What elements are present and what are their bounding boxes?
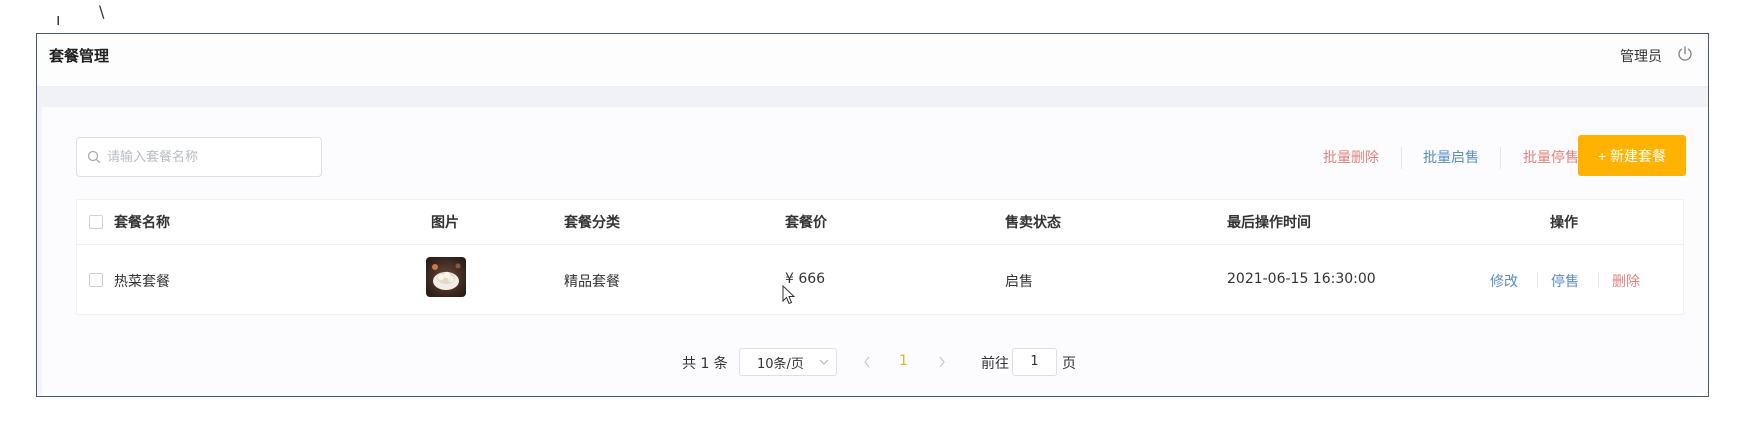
batch-enable-button[interactable]: 批量启售 <box>1423 147 1479 167</box>
batch-delete-button[interactable]: 批量删除 <box>1323 147 1379 167</box>
dish-image[interactable] <box>426 257 466 297</box>
content-card: 批量删除 批量启售 批量停售 + 新建套餐 套餐名称 图片 套餐分类 套餐价 售… <box>42 107 1708 396</box>
power-icon[interactable] <box>1676 45 1694 63</box>
current-page[interactable]: 1 <box>899 353 908 369</box>
col-name: 套餐名称 <box>114 215 170 231</box>
col-updated: 最后操作时间 <box>1227 215 1311 231</box>
action-divider <box>1537 272 1538 288</box>
toolbar-divider <box>1500 147 1501 169</box>
edit-button[interactable]: 修改 <box>1490 271 1518 291</box>
page-size-select[interactable]: 10条/页 <box>739 348 837 376</box>
goto-label: 前往 <box>981 356 1009 372</box>
delete-button[interactable]: 删除 <box>1612 271 1640 291</box>
mouse-cursor-icon <box>782 285 796 305</box>
toolbar-divider <box>1401 147 1402 169</box>
combo-table: 套餐名称 图片 套餐分类 套餐价 售卖状态 最后操作时间 操作 热菜套餐 精品套… <box>76 199 1684 315</box>
select-all-checkbox[interactable] <box>89 215 103 229</box>
chevron-down-icon <box>819 359 829 365</box>
user-name[interactable]: 管理员 <box>1620 46 1662 66</box>
col-image: 图片 <box>431 215 459 231</box>
pagination-total: 共 1 条 <box>682 356 728 372</box>
stray-mark-right: \ <box>99 2 105 21</box>
batch-disable-button[interactable]: 批量停售 <box>1523 147 1579 167</box>
app-window: 套餐管理 管理员 批量删除 批量启售 批量停售 + 新建套餐 套餐名称 图片 套 <box>36 33 1709 397</box>
prev-page-icon[interactable] <box>862 356 872 368</box>
cell-name: 热菜套餐 <box>114 274 170 290</box>
cell-category: 精品套餐 <box>564 274 620 290</box>
col-category: 套餐分类 <box>564 215 620 231</box>
row-checkbox[interactable] <box>89 273 103 287</box>
new-combo-button[interactable]: + 新建套餐 <box>1578 135 1686 176</box>
col-status: 售卖状态 <box>1005 215 1061 231</box>
search-icon <box>87 150 101 164</box>
top-bar: 套餐管理 管理员 <box>37 34 1708 87</box>
table-header: 套餐名称 图片 套餐分类 套餐价 售卖状态 最后操作时间 操作 <box>77 200 1683 245</box>
col-price: 套餐价 <box>785 215 827 231</box>
search-input[interactable] <box>107 138 317 176</box>
cell-updated: 2021-06-15 16:30:00 <box>1227 271 1376 287</box>
next-page-icon[interactable] <box>937 356 947 368</box>
action-divider <box>1598 272 1599 288</box>
disable-button[interactable]: 停售 <box>1551 271 1579 291</box>
cell-status: 启售 <box>1005 274 1033 290</box>
goto-input[interactable]: 1 <box>1013 354 1056 369</box>
page-title: 套餐管理 <box>49 47 110 65</box>
table-row: 热菜套餐 精品套餐 ¥ 666 启售 2021-06-15 16:30:00 修… <box>77 245 1683 315</box>
search-box[interactable] <box>76 137 322 177</box>
page-suffix: 页 <box>1062 356 1076 372</box>
stray-mark-left: ı <box>56 10 61 29</box>
goto-input-box[interactable]: 1 <box>1012 348 1057 376</box>
col-actions: 操作 <box>1550 215 1578 231</box>
page-size-value: 10条/页 <box>757 357 804 372</box>
